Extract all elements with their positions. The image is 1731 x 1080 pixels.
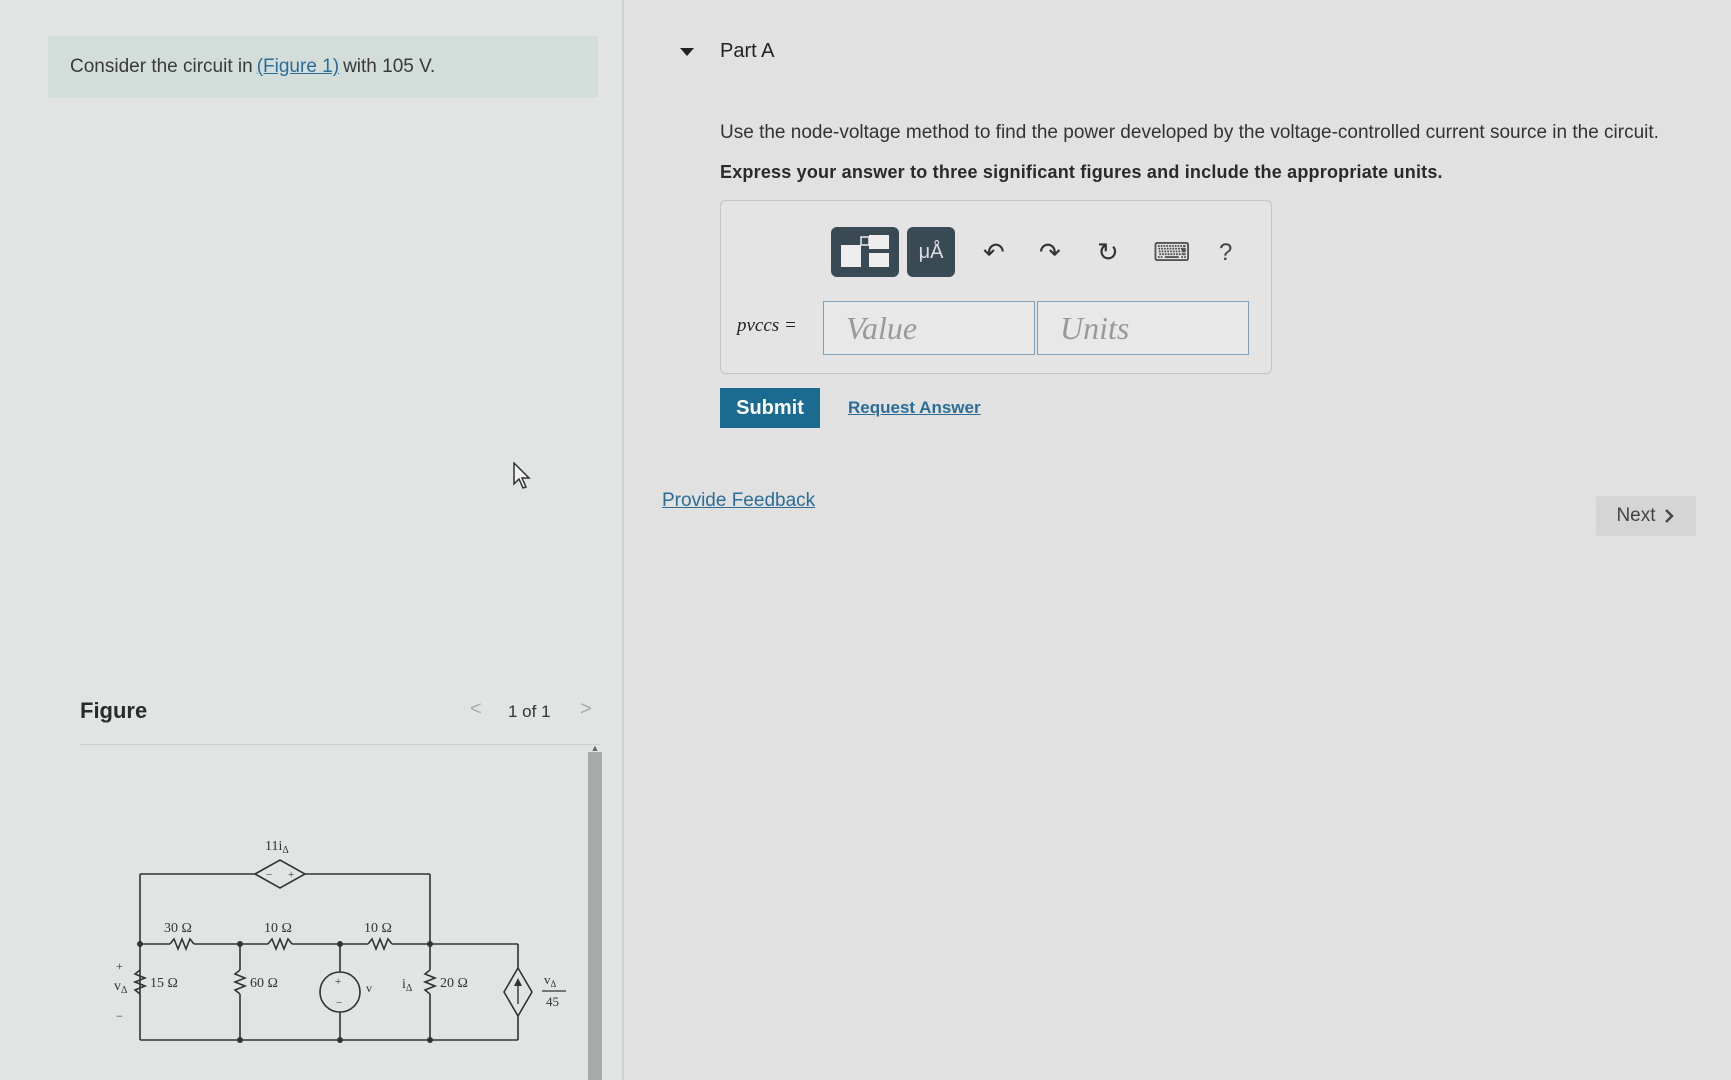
r15-label: 15 Ω — [150, 976, 178, 991]
answer-format-instruction: Express your answer to three significant… — [720, 162, 1443, 182]
figure-scroll-up-icon[interactable]: ▲ — [588, 744, 602, 753]
ccs-numerator: vΔ — [544, 972, 557, 989]
request-answer-link[interactable]: Request Answer — [848, 398, 981, 418]
v-delta-label: vΔ — [114, 979, 128, 996]
chevron-right-icon — [1664, 509, 1674, 523]
submit-button[interactable]: Submit — [720, 388, 820, 428]
keyboard-icon[interactable]: ⌨ — [1153, 237, 1191, 268]
provide-feedback-link[interactable]: Provide Feedback — [662, 490, 815, 512]
figure-link[interactable]: (Figure 1) — [257, 56, 339, 78]
units-button[interactable]: μÅ — [907, 227, 955, 277]
circuit-diagram: 11iΔ − + 30 Ω 10 Ω 10 Ω 15 Ω 60 Ω 20 Ω +… — [114, 839, 566, 1043]
next-button[interactable]: Next — [1596, 496, 1696, 536]
question-instruction: Use the node-voltage method to find the … — [720, 122, 1659, 143]
templates-icon — [841, 235, 889, 267]
collapse-caret-icon[interactable] — [680, 47, 694, 56]
figure-counter: 1 of 1 — [508, 702, 551, 721]
figure-title: Figure — [80, 698, 148, 723]
problem-prefix: Consider the circuit in — [70, 56, 253, 77]
units-input[interactable]: Units — [1037, 301, 1249, 355]
source-minus: − — [336, 997, 342, 1009]
answer-label: pvccs = — [737, 315, 797, 336]
r10b-label: 10 Ω — [364, 921, 392, 936]
figure-next-button[interactable]: > — [580, 698, 592, 721]
undo-icon[interactable]: ↶ — [983, 237, 1005, 268]
r60-label: 60 Ω — [250, 976, 278, 991]
problem-statement: Consider the circuit in (Figure 1) with … — [48, 36, 598, 98]
i-delta-label: iΔ — [402, 977, 413, 994]
next-label: Next — [1616, 505, 1656, 526]
part-header[interactable]: Part A — [680, 40, 774, 63]
left-pane: Consider the circuit in (Figure 1) with … — [0, 0, 622, 1080]
mouse-cursor-icon — [513, 461, 533, 495]
dependent-voltage-label: 11iΔ — [265, 839, 289, 856]
r30-label: 30 Ω — [164, 921, 192, 936]
figure-scrollbar[interactable] — [588, 752, 602, 1080]
v-delta-minus: − — [116, 1009, 123, 1023]
source-v-label: v — [366, 981, 372, 995]
reset-icon[interactable]: ↻ — [1097, 237, 1119, 268]
source-plus: + — [335, 976, 341, 988]
r10a-label: 10 Ω — [264, 921, 292, 936]
help-icon[interactable]: ? — [1219, 239, 1232, 267]
problem-suffix: with 105 V. — [343, 56, 436, 77]
templates-button[interactable] — [831, 227, 899, 277]
r20-label: 20 Ω — [440, 976, 468, 991]
value-input[interactable]: Value — [823, 301, 1035, 355]
answer-box: μÅ ↶ ↷ ↻ ⌨ ? pvccs = Value Units — [720, 200, 1272, 374]
part-title: Part A — [720, 40, 775, 62]
v-delta-plus: + — [116, 959, 123, 973]
ccs-denominator: 45 — [546, 994, 559, 1009]
dep-v-plus: + — [288, 869, 294, 881]
dep-v-minus: − — [266, 869, 272, 881]
figure-header: Figure < 1 of 1 > — [80, 694, 600, 745]
redo-icon[interactable]: ↷ — [1039, 237, 1061, 268]
figure-prev-button[interactable]: < — [470, 698, 482, 721]
